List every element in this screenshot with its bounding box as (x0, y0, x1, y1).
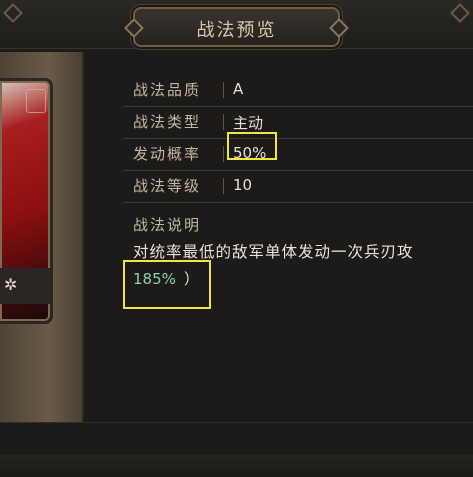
attribute-row-quality: 战法品质 A (123, 74, 473, 107)
attribute-row-type: 战法类型 主动 (123, 106, 473, 139)
right-ornament-icon (450, 3, 470, 23)
gear-icon: ✲ (4, 275, 18, 294)
attribute-label: 发动概率 (133, 145, 202, 163)
description-text: 对统率最低的敌军单体发动一次兵刃攻 (133, 243, 414, 261)
page-title: 战法预览 (196, 20, 277, 41)
attribute-label: 战法品质 (133, 81, 202, 99)
attribute-row-level: 战法等级 10 (123, 170, 473, 203)
card-badge-icon (26, 89, 46, 113)
title-plate: 战法预览 (133, 7, 340, 47)
attribute-value: 主动 (233, 114, 264, 132)
highlight-box (123, 260, 211, 309)
attribute-value: 10 (233, 176, 253, 194)
attribute-value: A (233, 80, 244, 98)
bottom-bar (0, 455, 473, 477)
attribute-label: 战法等级 (133, 177, 202, 195)
left-ornament-icon (3, 3, 23, 23)
highlight-box (227, 132, 277, 160)
divider (223, 146, 224, 162)
top-bar: 战法预览 (0, 0, 473, 49)
divider (223, 82, 224, 98)
divider (223, 114, 224, 130)
attribute-label: 战法类型 (133, 113, 202, 131)
divider (0, 422, 473, 423)
attribute-row-probability: 发动概率 50% (123, 132, 473, 171)
divider (223, 178, 224, 194)
description-label: 战法说明 (133, 216, 202, 234)
